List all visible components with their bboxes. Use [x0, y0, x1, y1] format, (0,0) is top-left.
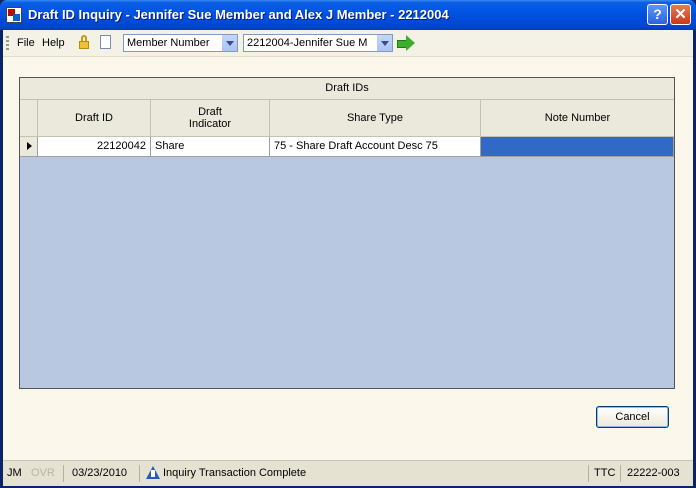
go-arrow-icon[interactable] — [397, 35, 415, 51]
cell-draft-id[interactable]: 22120042 — [38, 137, 151, 156]
status-user: JM — [7, 467, 22, 479]
cell-share-type[interactable]: 75 - Share Draft Account Desc 75 — [270, 137, 481, 156]
toolbar-grip-icon[interactable] — [6, 36, 9, 50]
document-icon[interactable] — [100, 35, 111, 49]
status-divider — [620, 465, 621, 482]
close-button[interactable]: ✕ — [670, 4, 691, 25]
status-divider — [139, 465, 140, 482]
row-selector-header — [20, 100, 38, 136]
status-ovr: OVR — [31, 467, 55, 479]
cell-note-number[interactable] — [481, 137, 674, 156]
title-bar[interactable]: Draft ID Inquiry - Jennifer Sue Member a… — [0, 0, 696, 30]
status-message: Inquiry Transaction Complete — [163, 467, 307, 479]
lookup-type-select[interactable]: Member Number — [123, 34, 238, 52]
toolbar: File Help Member Number 2212004-Jennifer… — [3, 30, 693, 57]
app-icon[interactable] — [6, 7, 22, 23]
help-button[interactable]: ? — [647, 4, 668, 25]
cancel-button[interactable]: Cancel — [596, 406, 669, 428]
member-select-value: 2212004-Jennifer Sue M — [247, 37, 368, 49]
column-header-share-type[interactable]: Share Type — [270, 100, 481, 136]
menu-file[interactable]: File — [17, 37, 35, 49]
table-row[interactable]: 22120042 Share 75 - Share Draft Account … — [20, 137, 674, 157]
chevron-down-icon[interactable] — [221, 35, 237, 51]
status-code: 22222-003 — [627, 467, 680, 479]
member-select[interactable]: 2212004-Jennifer Sue M — [243, 34, 393, 52]
column-header-note-number[interactable]: Note Number — [481, 100, 674, 136]
column-headers: Draft ID Draft Indicator Share Type Note… — [20, 100, 674, 137]
window-title: Draft ID Inquiry - Jennifer Sue Member a… — [28, 7, 449, 22]
row-pointer-icon[interactable] — [20, 137, 38, 156]
client-area: File Help Member Number 2212004-Jennifer… — [3, 30, 693, 486]
menu-help[interactable]: Help — [42, 37, 65, 49]
column-header-draft-id[interactable]: Draft ID — [38, 100, 151, 136]
cell-draft-indicator[interactable]: Share — [151, 137, 270, 156]
status-date: 03/23/2010 — [72, 467, 128, 479]
status-divider — [588, 465, 589, 482]
chevron-down-icon[interactable] — [376, 35, 392, 51]
alert-triangle-icon — [146, 466, 160, 480]
draft-ids-grid[interactable]: Draft IDs Draft ID Draft Indicator Share… — [19, 77, 675, 389]
status-ttc: TTC — [594, 467, 616, 479]
app-window: Draft ID Inquiry - Jennifer Sue Member a… — [0, 0, 696, 488]
grid-group-header: Draft IDs — [20, 78, 674, 100]
column-header-draft-indicator[interactable]: Draft Indicator — [151, 100, 270, 136]
status-divider — [63, 465, 64, 482]
lock-icon[interactable] — [79, 35, 89, 49]
lookup-type-value: Member Number — [127, 37, 210, 49]
status-bar: JM OVR 03/23/2010 Inquiry Transaction Co… — [3, 460, 693, 486]
